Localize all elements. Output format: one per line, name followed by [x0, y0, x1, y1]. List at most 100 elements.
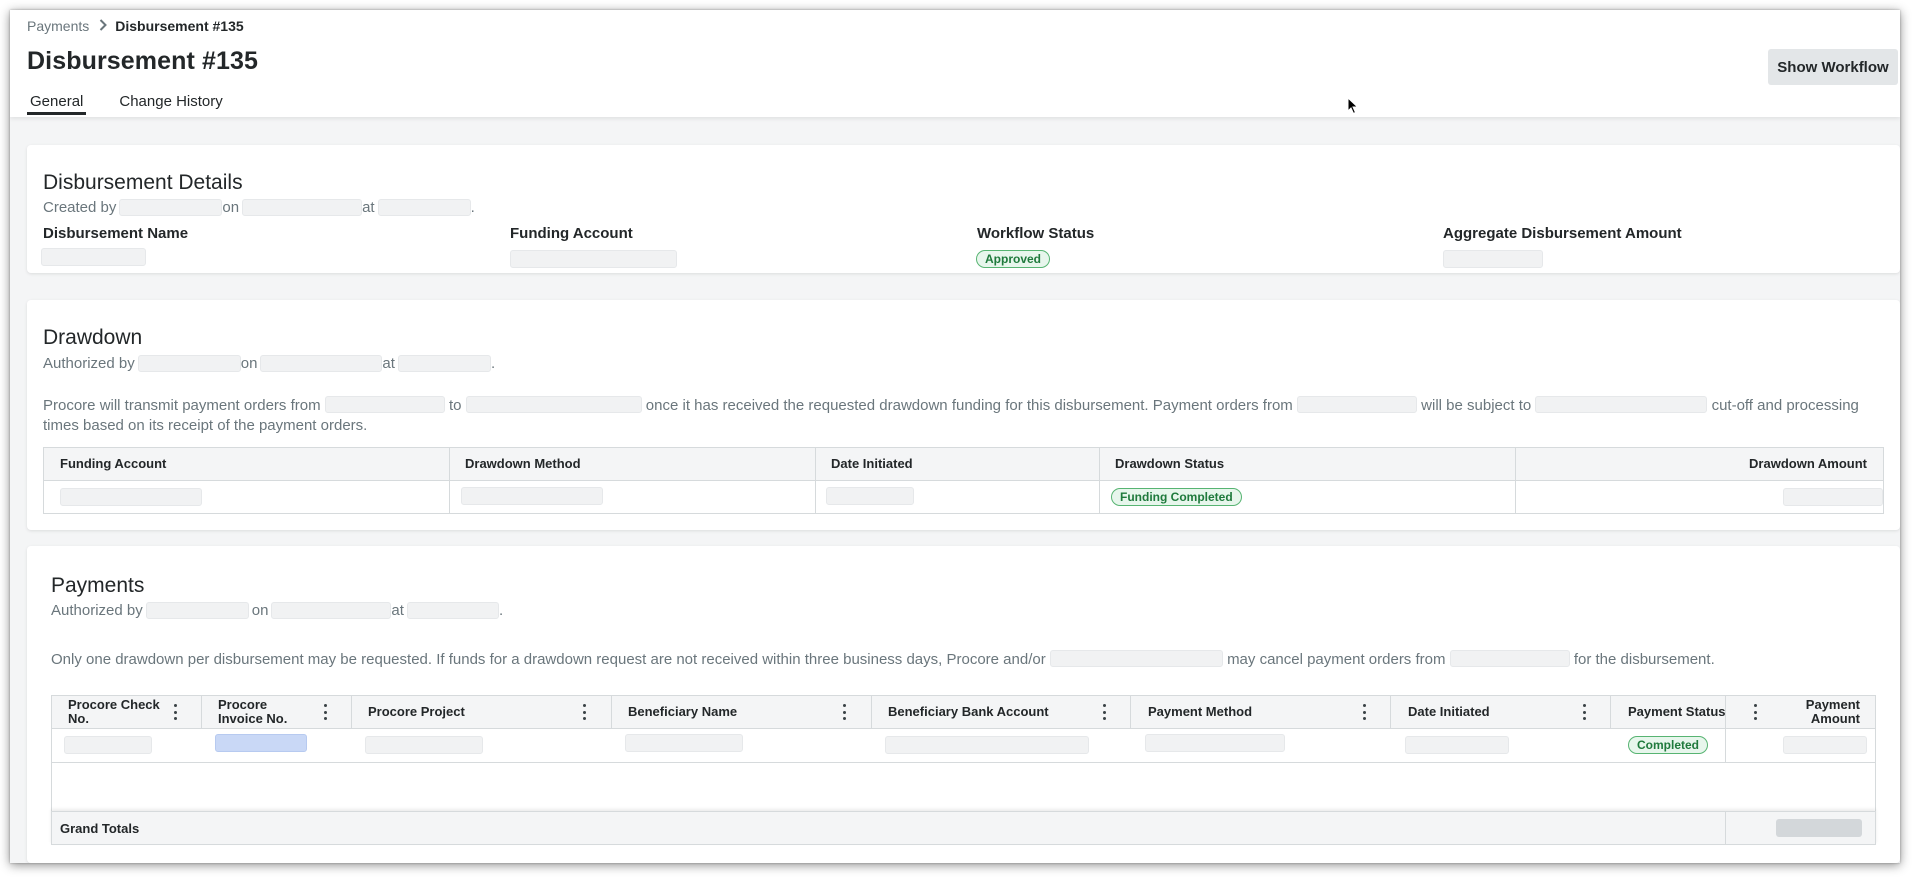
col-payment-status[interactable]: Payment Status [1628, 696, 1726, 728]
kebab-menu-icon[interactable] [1362, 704, 1366, 720]
date-placeholder [260, 355, 383, 372]
tab-bar: General Change History [27, 93, 256, 115]
col-payment-method[interactable]: Payment Method [1148, 696, 1252, 728]
date-placeholder [242, 199, 363, 216]
column-divider [1515, 448, 1516, 513]
col-beneficiary-bank-account[interactable]: Beneficiary Bank Account [888, 696, 1049, 728]
column-divider [201, 696, 202, 728]
disbursement-details-card: Disbursement Details Created by on at . … [27, 145, 1900, 273]
at-label: at [391, 602, 404, 619]
payments-table: Procore Check No. Procore Invoice No. Pr… [51, 695, 1876, 845]
bank-placeholder [465, 396, 642, 413]
column-divider [1390, 696, 1391, 728]
col-drawdown-status[interactable]: Drawdown Status [1115, 448, 1224, 480]
drawdown-method-cell [461, 487, 603, 505]
description-text: once it has received the requested drawd… [645, 397, 1293, 414]
kebab-menu-icon[interactable] [1753, 704, 1757, 720]
authorizer-placeholder [145, 602, 249, 619]
authorizer-placeholder [137, 355, 241, 372]
date-placeholder [271, 602, 392, 619]
col-payment-amount[interactable]: Payment Amount [1782, 696, 1860, 728]
column-divider [351, 696, 352, 728]
breadcrumb-current: Disbursement #135 [115, 18, 244, 34]
funding-account-cell [60, 488, 202, 506]
on-label: on [240, 355, 258, 372]
tab-change-history[interactable]: Change History [116, 93, 225, 115]
period: . [490, 355, 496, 372]
created-by-label: Created by [43, 199, 117, 216]
workflow-status-badge: Approved [976, 250, 1051, 268]
kebab-menu-icon[interactable] [323, 704, 327, 720]
description-text: may cancel payment orders from [1227, 651, 1446, 668]
breadcrumb-payments-link[interactable]: Payments [27, 18, 89, 34]
col-procore-check-no[interactable]: Procore Check No. [68, 696, 163, 728]
col-drawdown-method[interactable]: Drawdown Method [465, 448, 581, 480]
on-label: on [251, 602, 269, 619]
kebab-menu-icon[interactable] [1102, 704, 1106, 720]
invoice-no-link[interactable] [215, 734, 307, 752]
column-divider [871, 696, 872, 728]
time-placeholder [406, 602, 499, 619]
chevron-right-icon [99, 18, 108, 34]
col-funding-account[interactable]: Funding Account [60, 448, 166, 480]
drawdown-description: Procore will transmit payment orders fro… [43, 396, 1893, 436]
column-divider [1610, 696, 1611, 728]
check-no-cell [64, 736, 152, 754]
section-title: Payments [51, 574, 145, 597]
kebab-menu-icon[interactable] [582, 704, 586, 720]
grand-totals-row: Grand Totals [51, 811, 1876, 845]
aggregate-amount-label: Aggregate Disbursement Amount [1443, 225, 1682, 242]
payments-card: Payments Authorized by on at . Only one … [27, 546, 1900, 863]
col-drawdown-amount[interactable]: Drawdown Amount [1544, 448, 1867, 480]
show-workflow-button[interactable]: Show Workflow [1768, 49, 1898, 85]
beneficiary-name-cell [625, 734, 743, 752]
payment-method-cell [1145, 734, 1285, 752]
on-label: on [222, 199, 240, 216]
disbursement-name-value [41, 248, 146, 266]
aggregate-amount-value [1443, 250, 1543, 268]
bank-placeholder [1049, 650, 1223, 667]
description-text: cut-off and processing [1711, 397, 1859, 414]
grand-total-amount [1776, 819, 1862, 837]
page-title: Disbursement #135 [27, 47, 258, 75]
authorized-by-line: Authorized by on at . [43, 355, 495, 372]
table-header: Funding Account Drawdown Method Date Ini… [44, 448, 1883, 513]
section-title: Drawdown [43, 326, 143, 349]
page-header: Payments Disbursement #135 Disbursement … [10, 10, 1900, 117]
time-placeholder [377, 199, 471, 216]
column-divider [1130, 696, 1131, 728]
date-initiated-cell [826, 487, 914, 505]
creator-placeholder [119, 199, 223, 216]
period: . [498, 602, 504, 619]
kebab-menu-icon[interactable] [1582, 704, 1586, 720]
account-placeholder [1296, 396, 1417, 413]
col-date-initiated[interactable]: Date Initiated [831, 448, 913, 480]
time-placeholder [397, 355, 491, 372]
description-text: Only one drawdown per disbursement may b… [51, 651, 1046, 668]
disbursement-name-label: Disbursement Name [43, 225, 189, 242]
account-placeholder [324, 396, 445, 413]
col-beneficiary-name[interactable]: Beneficiary Name [628, 696, 737, 728]
column-divider [611, 696, 612, 728]
column-divider [815, 448, 816, 513]
col-procore-project[interactable]: Procore Project [368, 696, 465, 728]
funding-account-value [510, 250, 677, 268]
period: . [470, 199, 475, 216]
kebab-menu-icon[interactable] [842, 704, 846, 720]
col-date-initiated[interactable]: Date Initiated [1408, 696, 1490, 728]
authorized-by-line: Authorized by on at . [51, 602, 503, 619]
kebab-menu-icon[interactable] [173, 704, 177, 720]
description-text: Procore will transmit payment orders fro… [43, 397, 321, 414]
drawdown-table: Funding Account Drawdown Method Date Ini… [43, 447, 1884, 514]
app-window: Payments Disbursement #135 Disbursement … [10, 10, 1900, 863]
col-procore-invoice-no[interactable]: Procore Invoice No. [218, 696, 313, 728]
tab-general[interactable]: General [27, 93, 87, 115]
column-divider [1725, 696, 1726, 762]
drawdown-card: Drawdown Authorized by on at . Procore w… [27, 300, 1900, 530]
breadcrumb: Payments Disbursement #135 [27, 18, 244, 34]
created-by-line: Created by on at . [43, 199, 475, 216]
authorized-by-label: Authorized by [51, 602, 143, 619]
at-label: at [382, 355, 395, 372]
section-title: Disbursement Details [43, 171, 243, 194]
workflow-status-label: Workflow Status [977, 225, 1095, 242]
